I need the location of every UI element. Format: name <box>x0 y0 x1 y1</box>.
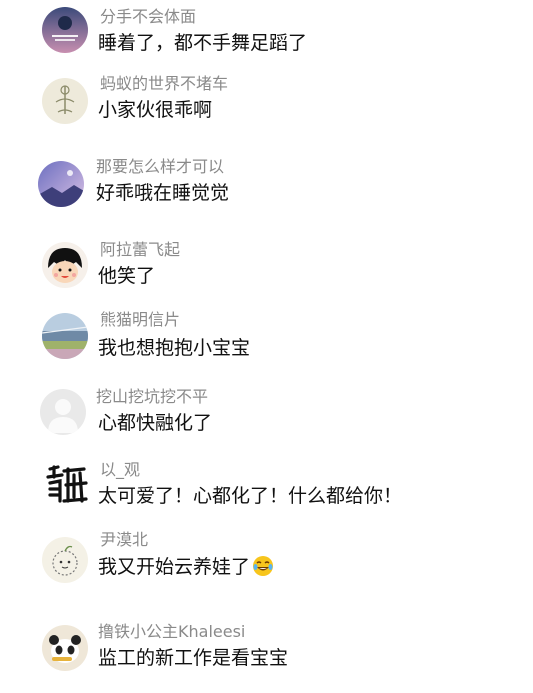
comment-text: 我又开始云养娃了 <box>98 555 274 583</box>
user-avatar[interactable] <box>42 313 88 359</box>
landscape-avatar-icon <box>42 313 88 359</box>
laughing-tears-emoji-icon <box>252 555 274 583</box>
purple-sky-avatar-icon <box>38 161 84 207</box>
comment-text: 监工的新工作是看宝宝 <box>98 647 289 669</box>
comment-username[interactable]: 挖山挖坑挖不平 <box>96 387 208 407</box>
comment-username[interactable]: 那要怎么样才可以 <box>96 157 224 177</box>
comment-text: 我也想抱抱小宝宝 <box>98 337 251 359</box>
comment-username[interactable]: 蚂蚁的世界不堵车 <box>100 74 228 94</box>
comment-text: 好乖哦在睡觉觉 <box>96 182 230 204</box>
sketch-avatar-icon <box>42 78 88 124</box>
calligraphy-avatar-icon <box>44 461 90 507</box>
user-avatar[interactable] <box>40 389 86 435</box>
comment-text: 小家伙很乖啊 <box>98 99 213 121</box>
cartoon-girl-avatar-icon <box>42 242 88 288</box>
doodle-avatar-icon <box>42 537 88 583</box>
comment-text-content: 我又开始云养娃了 <box>98 556 251 578</box>
comment-username[interactable]: 尹漠北 <box>100 530 148 550</box>
comment-username[interactable]: 分手不会体面 <box>100 7 196 27</box>
default-user-avatar-icon <box>40 389 86 435</box>
comment-text: 他笑了 <box>98 265 156 287</box>
comment-username[interactable]: 撸铁小公主Khaleesi <box>98 622 245 642</box>
user-avatar[interactable] <box>42 242 88 288</box>
user-avatar[interactable] <box>42 625 88 671</box>
comment-username[interactable]: 以_观 <box>100 460 140 480</box>
night-poster-avatar-icon <box>42 7 88 53</box>
user-avatar[interactable] <box>42 78 88 124</box>
comment-text: 睡着了，都不手舞足蹈了 <box>98 32 308 54</box>
user-avatar[interactable] <box>44 461 90 507</box>
user-avatar[interactable] <box>38 161 84 207</box>
comment-text: 心都快融化了 <box>98 412 213 434</box>
panda-avatar-icon <box>42 625 88 671</box>
comment-username[interactable]: 阿拉蕾飞起 <box>100 240 180 260</box>
comment-screen: { "comments": [ {"username": "分手不会体面", "… <box>0 0 533 693</box>
user-avatar[interactable] <box>42 7 88 53</box>
user-avatar[interactable] <box>42 537 88 583</box>
comment-text: 太可爱了！心都化了！什么都给你！ <box>98 485 403 507</box>
comment-username[interactable]: 熊猫明信片 <box>100 310 180 330</box>
